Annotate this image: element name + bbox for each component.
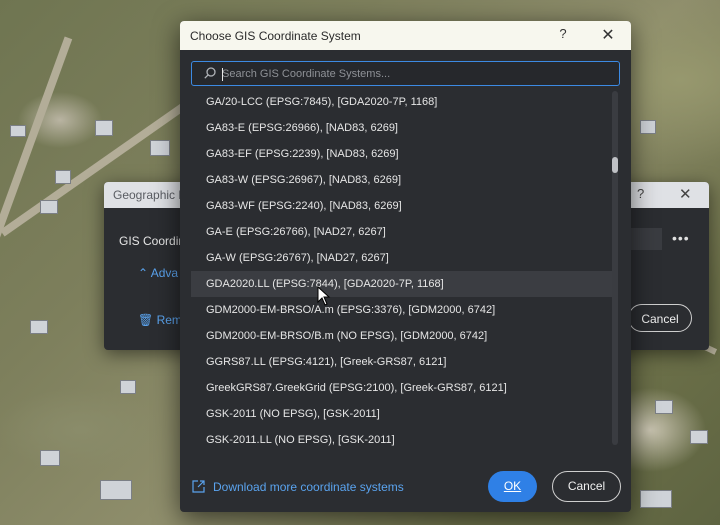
bg-dialog-title: Geographic L [113, 188, 186, 202]
list-item[interactable]: GSK-2011 (NO EPSG), [GSK-2011] [191, 401, 612, 427]
house [55, 170, 71, 184]
dialog-title-bar: Choose GIS Coordinate System ? ✕ [180, 21, 631, 50]
list-item[interactable]: GA83-EF (EPSG:2239), [NAD83, 6269] [191, 141, 612, 167]
list-item[interactable]: GSK-2011.LL (NO EPSG), [GSK-2011] [191, 427, 612, 453]
house [640, 120, 656, 134]
trash-icon: 🗑 [138, 313, 157, 327]
list-item[interactable]: GA83-W (EPSG:26967), [NAD83, 6269] [191, 167, 612, 193]
coordinate-system-list[interactable]: GA/20-LCC (EPSG:7845), [GDA2020-7P, 1168… [191, 89, 612, 453]
list-item[interactable]: GDM2000-EM-BRSO/B.m (NO EPSG), [GDM2000,… [191, 323, 612, 349]
house [10, 125, 26, 137]
list-item[interactable]: GDM2000-EM-BRSO/A.m (EPSG:3376), [GDM200… [191, 297, 612, 323]
ok-label: OK [503, 479, 522, 493]
external-link-icon [192, 480, 205, 493]
list-item[interactable]: GA-W (EPSG:26767), [NAD27, 6267] [191, 245, 612, 271]
list-item[interactable]: GDA2020.LL (EPSG:7844), [GDA2020-7P, 116… [191, 271, 612, 297]
house [95, 120, 113, 136]
dialog-title: Choose GIS Coordinate System [190, 29, 361, 43]
expand-icon: ⌃ [138, 266, 151, 280]
list-item[interactable]: GA/20-LCC (EPSG:7845), [GDA2020-7P, 1168… [191, 89, 612, 115]
scrollbar-thumb[interactable] [612, 157, 618, 173]
help-button[interactable]: ? [555, 26, 571, 44]
close-button[interactable]: ✕ [599, 25, 617, 45]
cancel-button[interactable]: Cancel [552, 471, 621, 502]
list-item[interactable]: GA-E (EPSG:26766), [NAD27, 6267] [191, 219, 612, 245]
gis-coordinate-label: GIS Coordin [119, 234, 186, 248]
house [40, 200, 58, 214]
list-scrollbar[interactable] [612, 91, 618, 445]
remove-button[interactable]: 🗑 Rem [138, 313, 182, 327]
advanced-button[interactable]: ⌃ Adva [138, 266, 178, 280]
gis-coordinate-field[interactable] [630, 228, 662, 250]
road [0, 36, 73, 284]
list-item[interactable]: GA83-E (EPSG:26966), [NAD83, 6269] [191, 115, 612, 141]
more-options-button[interactable]: ••• [672, 230, 690, 246]
house [100, 480, 132, 500]
list-item[interactable]: GreekGRS87.GreekGrid (EPSG:2100), [Greek… [191, 375, 612, 401]
bg-cancel-button[interactable]: Cancel [628, 304, 692, 332]
download-more-link[interactable]: Download more coordinate systems [213, 480, 404, 494]
house [40, 450, 60, 466]
choose-gis-coordinate-system-dialog: Choose GIS Coordinate System ? ✕ GA/20-L… [180, 21, 631, 512]
search-box[interactable] [191, 61, 620, 86]
bg-close-button[interactable]: ✕ [679, 185, 692, 203]
house [150, 140, 170, 156]
mouse-cursor-icon [317, 286, 331, 306]
house [640, 490, 672, 508]
house [690, 430, 708, 444]
search-input[interactable] [222, 64, 602, 83]
advanced-label: Adva [150, 266, 179, 280]
ok-button[interactable]: OK [488, 471, 537, 502]
bg-help-button[interactable]: ? [637, 186, 644, 201]
list-item[interactable]: GGRS87.LL (EPSG:4121), [Greek-GRS87, 612… [191, 349, 612, 375]
cancel-label: Cancel [567, 479, 606, 493]
text-caret [222, 68, 223, 81]
list-item[interactable]: GA83-WF (EPSG:2240), [NAD83, 6269] [191, 193, 612, 219]
house [120, 380, 136, 394]
remove-label: Rem [156, 313, 182, 327]
house [30, 320, 48, 334]
house [655, 400, 673, 414]
search-icon [204, 67, 216, 79]
